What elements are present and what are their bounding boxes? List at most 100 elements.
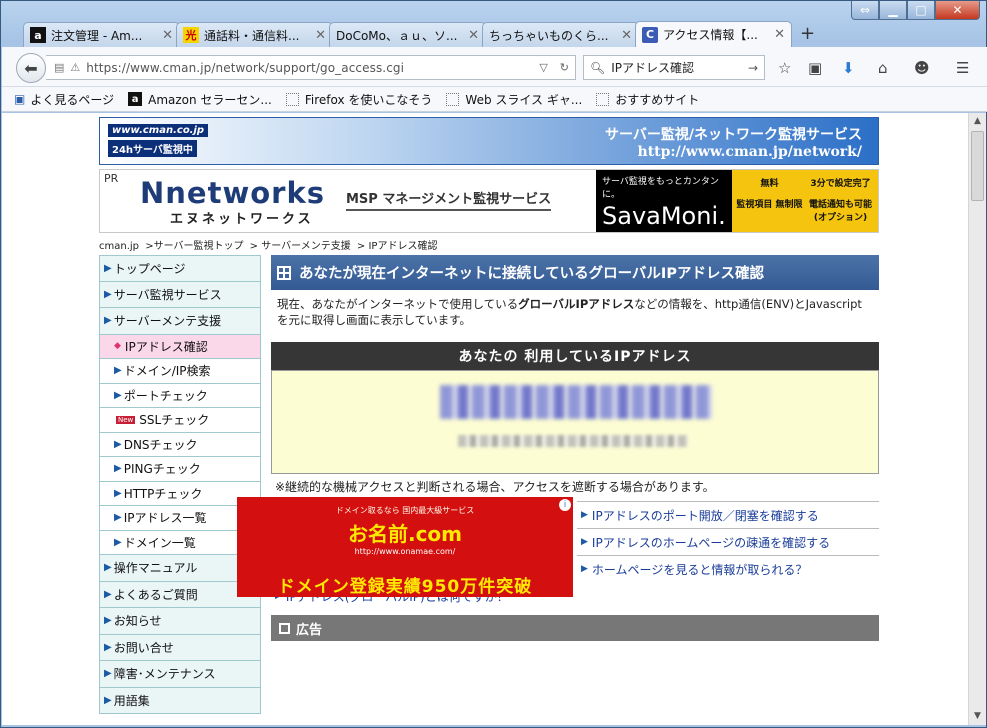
arrow-right-icon: ▶ (104, 562, 112, 574)
blurred-ip-address (440, 385, 712, 419)
sidebar-item-label: ドメイン一覧 (123, 535, 196, 550)
scroll-down-icon[interactable]: ▼ (969, 708, 986, 725)
sidebar-item[interactable]: ▶ ポートチェック (99, 383, 261, 408)
amazon-icon: a (30, 27, 46, 43)
bookmark-webslice[interactable]: Web スライス ギャ... (446, 91, 582, 108)
arrow-right-icon: ▶ (114, 365, 122, 377)
search-icon: 🔍︎ (590, 60, 606, 75)
sidebar-item-label: サーバーメンテ支援 (113, 314, 222, 329)
url-text: https://www.cman.jp/network/support/go_a… (86, 60, 405, 75)
scroll-up-icon[interactable]: ▲ (969, 113, 986, 130)
tab-2[interactable]: 光 通話料・通信料... ✕ (176, 22, 333, 47)
close-button[interactable]: ✕ (935, 1, 980, 20)
minimize-button[interactable]: ▁ (879, 1, 907, 20)
arrow-right-icon: ▶ (581, 564, 588, 574)
sidebar-item[interactable]: ▶ DNSチェック (99, 432, 261, 457)
download-icon[interactable]: ⬇ (842, 59, 855, 77)
onamae-ad[interactable]: i ドメイン取るなら 国内最大級サービス お名前.com http://www.… (237, 497, 573, 597)
search-go-icon[interactable]: → (748, 61, 758, 75)
sidebar-item-label: サーバ監視サービス (113, 287, 222, 302)
grid-icon (279, 622, 290, 634)
sidebar-item-label: 用語集 (113, 693, 150, 708)
sidebar-item[interactable]: ▶ トップページ (99, 255, 261, 282)
related-link[interactable]: ▶ IPアドレスのホームページの疎通を確認する (577, 528, 879, 555)
reload-icon[interactable]: ↻ (560, 61, 569, 74)
search-input[interactable]: IPアドレス確認 (611, 59, 694, 76)
page-title: あなたが現在インターネットに接続しているグローバルIPアドレス確認 (271, 255, 879, 290)
tab-4[interactable]: ちっちゃいものくら... ✕ (482, 22, 639, 47)
sidebar-item[interactable]: ▶ お知らせ (99, 608, 261, 635)
vertical-scrollbar[interactable]: ▲ ▼ (968, 113, 986, 725)
arrow-right-icon: ▶ (114, 487, 122, 499)
savamoni-ad[interactable]: サーバ監視をもっとカンタンに。 SavaMoni. 無料 3分で設定完了 監視項… (596, 170, 878, 232)
description: 現在、あなたがインターネットで使用しているグローバルIPアドレスなどの情報を、h… (277, 297, 862, 327)
arrow-right-icon: ▶ (581, 537, 588, 547)
tab-close-icon[interactable]: ✕ (315, 28, 326, 43)
new-tab-button[interactable]: + (800, 23, 815, 47)
tab-1[interactable]: a 注文管理 - Am... ✕ (23, 22, 180, 47)
breadcrumb: cman.jp >サーバー監視トップ > サーバーメンテ支援 > IPアドレス確… (99, 237, 440, 252)
sidebar-item[interactable]: ▶ サーバ監視サービス (99, 281, 261, 308)
chat-icon[interactable]: ☻ (914, 59, 930, 77)
tab-close-icon[interactable]: ✕ (162, 28, 173, 43)
sidebar-item-label: HTTPチェック (123, 486, 203, 501)
arrow-right-icon: ▶ (104, 288, 112, 300)
tab-5-active[interactable]: C アクセス情報【... ✕ (635, 21, 792, 47)
breadcrumb-monitor[interactable]: >サーバー監視トップ (145, 241, 243, 252)
tab-close-icon[interactable]: ✕ (468, 28, 479, 43)
sidebar-item[interactable]: ▶ ドメイン/IP検索 (99, 359, 261, 384)
bookmark-amazon[interactable]: a Amazon セラーセン... (128, 91, 272, 108)
related-link[interactable]: ▶ ホームページを見ると情報が取られる？ (577, 555, 879, 582)
bookmark-frequent[interactable]: ▣ よく見るページ (14, 91, 114, 108)
pr-banner[interactable]: PR Nnetworks エヌネットワークス MSP マネージメント監視サービス… (99, 169, 879, 233)
sidebar-item-label: IPアドレス一覧 (123, 511, 207, 526)
breadcrumb-current: > IPアドレス確認 (356, 241, 438, 252)
related-link[interactable]: ▶ IPアドレスのポート開放／閉塞を確認する (577, 501, 879, 528)
sidebar-item[interactable]: ▶ 障害･メンテナンス (99, 661, 261, 688)
ad-heading: 広告 (271, 615, 879, 641)
scroll-thumb[interactable] (971, 131, 984, 201)
sidebar-item-label: よくあるご質問 (113, 587, 198, 602)
arrow-right-icon: ▶ (104, 588, 112, 600)
sidebar-item[interactable]: New SSLチェック (99, 408, 261, 433)
tab-close-icon[interactable]: ✕ (621, 28, 632, 43)
sidebar-item-label: トップページ (113, 261, 186, 276)
restore-button[interactable]: ⇔ (851, 1, 879, 20)
reading-list-icon[interactable]: ▣ (808, 59, 822, 77)
back-button[interactable]: ⬅ (16, 53, 46, 83)
top-banner[interactable]: www.cman.co.jp 24hサーバ監視中 サーバー監視/ネットワーク監視… (99, 117, 879, 165)
arrow-right-icon: ▶ (114, 463, 122, 475)
page-icon (596, 92, 610, 106)
arrow-right-icon: ▶ (114, 438, 122, 450)
maximize-button[interactable]: □ (907, 1, 935, 20)
ip-heading: あなたの 利用しているIPアドレス (271, 342, 879, 370)
sidebar-item[interactable]: ▶ お問い合せ (99, 634, 261, 661)
arrow-right-icon: ▶ (114, 536, 122, 548)
dropdown-icon[interactable]: ▽ (539, 61, 547, 74)
bookmark-firefox[interactable]: Firefox を使いこなそう (285, 91, 432, 108)
tab-strip: a 注文管理 - Am... ✕ 光 通話料・通信料... ✕ DoCoMo、ａ… (23, 21, 815, 47)
adchoices-icon[interactable]: i (559, 499, 571, 511)
access-note: ※継続的な機械アクセスと判断される場合、アクセスを遮断する場合があります。 (275, 480, 715, 494)
search-box[interactable]: 🔍︎ IPアドレス確認 → (583, 55, 765, 80)
home-icon[interactable]: ⌂ (878, 59, 888, 77)
frequent-icon: ▣ (14, 92, 26, 106)
menu-icon[interactable]: ☰ (956, 59, 969, 77)
sidebar-item-label: お知らせ (113, 614, 162, 629)
sidebar-item[interactable]: ▶ サーバーメンテ支援 (99, 308, 261, 335)
tab-3[interactable]: DoCoMo、ａｕ、ソ... ✕ (329, 22, 486, 47)
breadcrumb-maint[interactable]: > サーバーメンテ支援 (250, 241, 351, 252)
sidebar-item[interactable]: ▶ 用語集 (99, 687, 261, 714)
sidebar-item[interactable]: ◆ IPアドレス確認 (99, 334, 261, 359)
breadcrumb-home[interactable]: cman.jp (99, 241, 139, 252)
arrow-right-icon: ▶ (104, 694, 112, 706)
bookmark-star-icon[interactable]: ☆ (778, 59, 791, 77)
nnetworks-logo: Nnetworks (140, 176, 326, 210)
bookmark-recommended[interactable]: おすすめサイト (596, 91, 699, 108)
related-link-label: IPアドレスのポート開放／閉塞を確認する (591, 508, 819, 523)
url-bar[interactable]: ▤ ⚠ https://www.cman.jp/network/support/… (46, 55, 576, 80)
tab-close-icon[interactable]: ✕ (774, 27, 785, 42)
warning-icon: ⚠ (70, 61, 81, 74)
sidebar-item[interactable]: ▶ PINGチェック (99, 457, 261, 482)
arrow-right-icon: ▶ (104, 615, 112, 627)
